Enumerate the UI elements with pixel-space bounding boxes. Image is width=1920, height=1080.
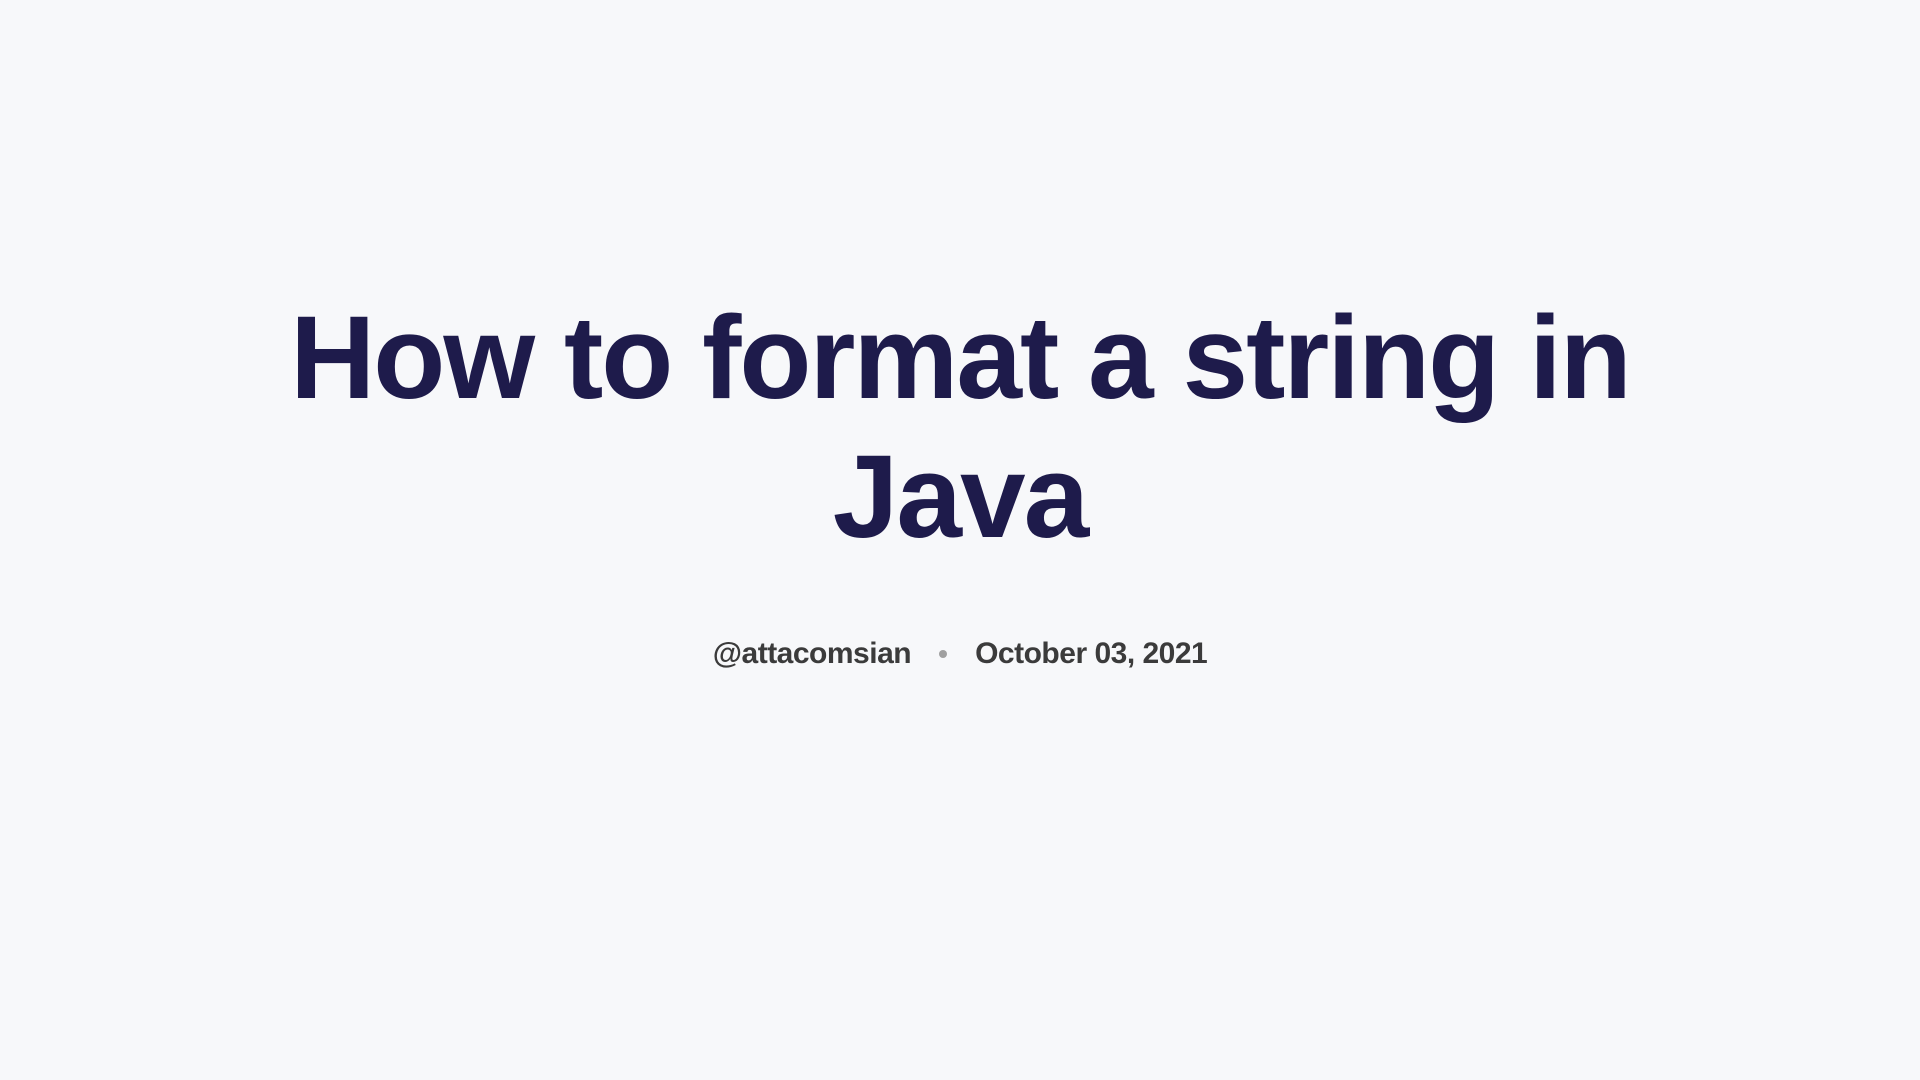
dot-separator-icon bbox=[939, 650, 947, 658]
publish-date: October 03, 2021 bbox=[975, 637, 1207, 671]
article-title: How to format a string in Java bbox=[260, 289, 1660, 567]
article-meta: @attacomsian October 03, 2021 bbox=[713, 637, 1207, 671]
author-handle: @attacomsian bbox=[713, 637, 911, 671]
article-header: How to format a string in Java @attacoms… bbox=[260, 289, 1660, 671]
